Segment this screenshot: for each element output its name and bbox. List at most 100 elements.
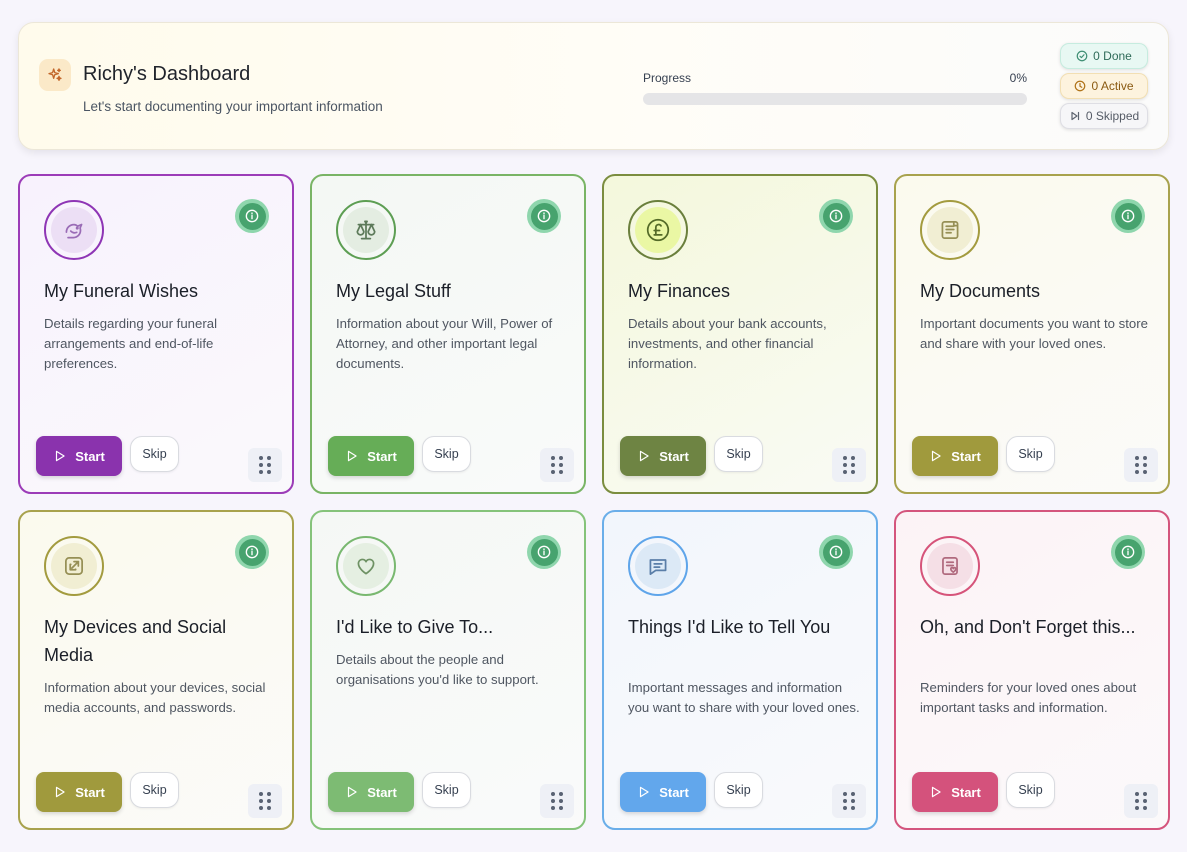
start-button[interactable]: Start bbox=[328, 772, 414, 812]
start-button[interactable]: Start bbox=[912, 772, 998, 812]
category-card[interactable]: My Funeral Wishes Details regarding your… bbox=[18, 174, 294, 494]
card-description: Details about the people and organisatio… bbox=[336, 652, 539, 687]
skip-button-label: Skip bbox=[142, 447, 167, 461]
info-button[interactable] bbox=[1111, 199, 1145, 233]
skipped-badge-label: 0 Skipped bbox=[1085, 109, 1140, 123]
info-icon bbox=[822, 202, 850, 230]
skip-button-label: Skip bbox=[142, 783, 167, 797]
category-card[interactable]: I'd Like to Give To... Details about the… bbox=[310, 510, 586, 830]
category-card[interactable]: My Legal Stuff Information about your Wi… bbox=[310, 174, 586, 494]
drag-handle-icon[interactable] bbox=[540, 784, 574, 818]
dashboard-header: Richy's Dashboard Let's start documentin… bbox=[18, 22, 1169, 150]
start-button-label: Start bbox=[367, 448, 397, 464]
start-button[interactable]: Start bbox=[36, 436, 122, 476]
card-title: My Funeral Wishes bbox=[44, 281, 199, 301]
card-title: My Devices and Social Media bbox=[44, 617, 227, 665]
info-icon bbox=[530, 538, 558, 566]
scales-icon bbox=[336, 200, 396, 260]
card-description: Information about your devices, social m… bbox=[44, 680, 266, 715]
category-card[interactable]: Oh, and Don't Forget this... Reminders f… bbox=[894, 510, 1170, 830]
page-subtitle: Let's start documenting your important i… bbox=[83, 99, 383, 114]
info-icon bbox=[1114, 202, 1142, 230]
info-button[interactable] bbox=[819, 535, 853, 569]
drag-handle-icon[interactable] bbox=[540, 448, 574, 482]
play-icon bbox=[932, 450, 941, 462]
category-card[interactable]: My Documents Important documents you wan… bbox=[894, 174, 1170, 494]
skip-button[interactable]: Skip bbox=[422, 436, 471, 472]
info-icon bbox=[822, 538, 850, 566]
skip-button[interactable]: Skip bbox=[130, 436, 179, 472]
start-button[interactable]: Start bbox=[912, 436, 998, 476]
info-icon bbox=[238, 538, 266, 566]
skip-button[interactable]: Skip bbox=[1006, 772, 1055, 808]
drag-handle-icon[interactable] bbox=[832, 784, 866, 818]
drag-handle-icon[interactable] bbox=[248, 448, 282, 482]
skipped-badge[interactable]: 0 Skipped bbox=[1060, 103, 1148, 129]
start-button[interactable]: Start bbox=[620, 436, 706, 476]
drag-handle-icon[interactable] bbox=[248, 784, 282, 818]
category-card[interactable]: My Devices and Social Media Information … bbox=[18, 510, 294, 830]
info-button[interactable] bbox=[235, 535, 269, 569]
skip-button[interactable]: Skip bbox=[1006, 436, 1055, 472]
sparkles-icon bbox=[39, 59, 71, 91]
note-heart-icon bbox=[920, 536, 980, 596]
dove-icon bbox=[44, 200, 104, 260]
card-description: Details regarding your funeral arrangeme… bbox=[44, 316, 217, 371]
skip-forward-icon bbox=[1071, 111, 1079, 121]
card-title: Things I'd Like to Tell You bbox=[628, 617, 831, 637]
clock-icon bbox=[1075, 80, 1086, 92]
info-button[interactable] bbox=[527, 199, 561, 233]
done-badge-label: 0 Done bbox=[1093, 49, 1132, 63]
info-icon bbox=[530, 202, 558, 230]
skip-button-label: Skip bbox=[1018, 447, 1043, 461]
share-icon bbox=[44, 536, 104, 596]
skip-button[interactable]: Skip bbox=[130, 772, 179, 808]
page-title: Richy's Dashboard bbox=[83, 63, 251, 85]
skip-button[interactable]: Skip bbox=[714, 772, 763, 808]
start-button[interactable]: Start bbox=[620, 772, 706, 812]
start-button-label: Start bbox=[951, 448, 981, 464]
skip-button-label: Skip bbox=[726, 447, 751, 461]
play-icon bbox=[348, 786, 357, 798]
info-button[interactable] bbox=[819, 199, 853, 233]
info-button[interactable] bbox=[235, 199, 269, 233]
pound-icon bbox=[628, 200, 688, 260]
drag-handle-icon[interactable] bbox=[1124, 448, 1158, 482]
play-icon bbox=[348, 450, 357, 462]
card-description: Details about your bank accounts, invest… bbox=[628, 316, 827, 371]
play-icon bbox=[932, 786, 941, 798]
card-description: Information about your Will, Power of At… bbox=[336, 316, 553, 371]
start-button-label: Start bbox=[75, 448, 105, 464]
skip-button[interactable]: Skip bbox=[422, 772, 471, 808]
skip-button[interactable]: Skip bbox=[714, 436, 763, 472]
info-button[interactable] bbox=[1111, 535, 1145, 569]
message-icon bbox=[628, 536, 688, 596]
drag-handle-icon[interactable] bbox=[832, 448, 866, 482]
info-button[interactable] bbox=[527, 535, 561, 569]
heart-icon bbox=[336, 536, 396, 596]
check-circle-icon bbox=[1076, 50, 1088, 62]
category-card[interactable]: Things I'd Like to Tell You Important me… bbox=[602, 510, 878, 830]
category-card[interactable]: My Finances Details about your bank acco… bbox=[602, 174, 878, 494]
card-title: I'd Like to Give To... bbox=[336, 617, 494, 637]
skip-button-label: Skip bbox=[434, 783, 459, 797]
drag-handle-icon[interactable] bbox=[1124, 784, 1158, 818]
card-description: Reminders for your loved ones about impo… bbox=[920, 680, 1137, 715]
skip-button-label: Skip bbox=[1018, 783, 1043, 797]
progress-percent: 0% bbox=[1009, 71, 1027, 85]
info-icon bbox=[238, 202, 266, 230]
play-icon bbox=[56, 450, 65, 462]
active-badge[interactable]: 0 Active bbox=[1060, 73, 1148, 99]
start-button[interactable]: Start bbox=[36, 772, 122, 812]
active-badge-label: 0 Active bbox=[1091, 79, 1134, 93]
start-button[interactable]: Start bbox=[328, 436, 414, 476]
progress-label: Progress bbox=[643, 71, 692, 85]
info-icon bbox=[1114, 538, 1142, 566]
progress-bar bbox=[643, 93, 1027, 105]
card-title: My Documents bbox=[920, 281, 1041, 301]
done-badge[interactable]: 0 Done bbox=[1060, 43, 1148, 69]
card-description: Important messages and information you w… bbox=[628, 680, 860, 715]
card-title: My Finances bbox=[628, 281, 731, 301]
card-title: My Legal Stuff bbox=[336, 281, 451, 301]
play-icon bbox=[640, 786, 649, 798]
